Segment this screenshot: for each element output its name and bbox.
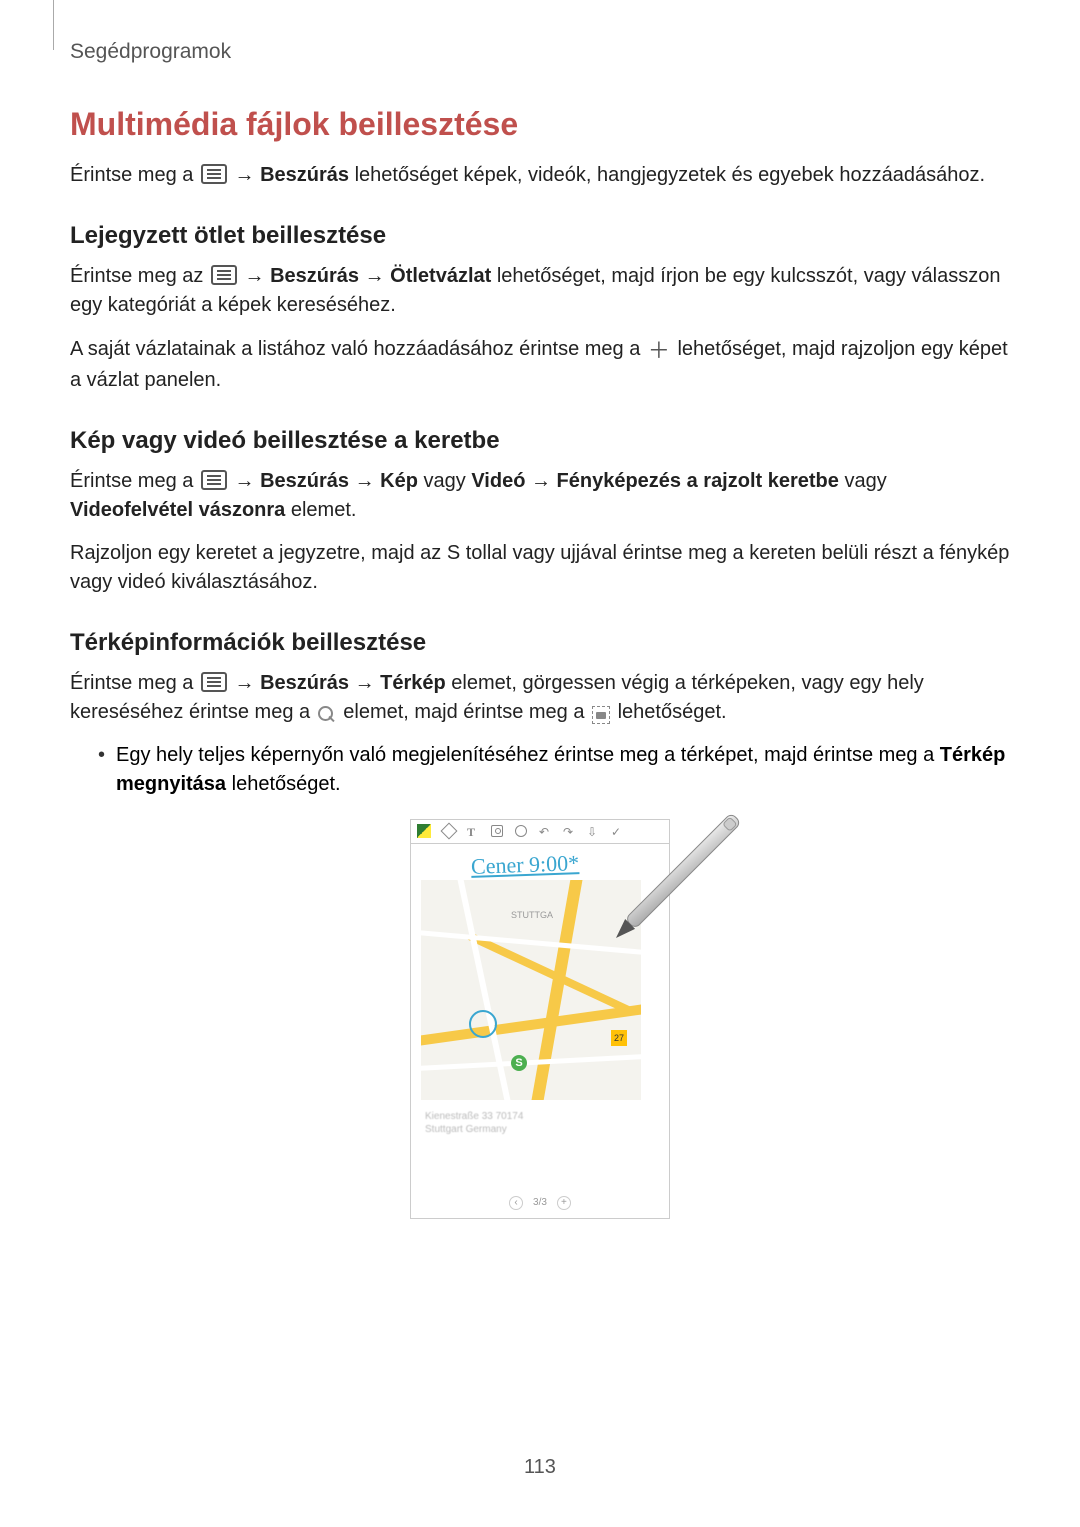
heading-1: Multimédia fájlok beillesztése [70, 106, 1010, 143]
arrow: → [235, 672, 261, 694]
list-item: Egy hely teljes képernyőn való megjelení… [98, 741, 1010, 799]
menu-icon [201, 470, 227, 490]
bold-text: Beszúrás [260, 164, 349, 186]
heading-2: Lejegyzett ötlet beillesztése [70, 222, 1010, 250]
capture-icon [592, 706, 610, 724]
map-snippet: STUTTGA S 27 [421, 880, 641, 1100]
text-tool-icon: T [467, 825, 479, 837]
text: Érintse meg a [70, 672, 199, 694]
text: Egy hely teljes képernyőn való megjelení… [116, 744, 940, 766]
map-road [421, 929, 641, 957]
text: lehetőséget képek, videók, hangjegyzetek… [355, 164, 985, 186]
handwritten-note: Cener 9:00* [471, 850, 580, 880]
pager-text: 3/3 [533, 1197, 547, 1208]
menu-icon [201, 164, 227, 184]
page-content: Segédprogramok Multimédia fájlok beilles… [0, 0, 1080, 1219]
search-icon [318, 706, 336, 724]
arrow: → [365, 265, 391, 287]
bold-text: Videofelvétel vászonra [70, 499, 285, 521]
paragraph: Érintse meg a → Beszúrás → Térkép elemet… [70, 669, 1010, 727]
map-route-badge: 27 [611, 1030, 627, 1046]
bold-text: Beszúrás [270, 265, 359, 287]
text: vagy [424, 470, 472, 492]
arrow: → [531, 470, 557, 492]
text: lehetőséget, majd írjon be egy kulcsszót… [70, 265, 1000, 316]
bold-text: Beszúrás [260, 672, 349, 694]
text: lehetőséget. [232, 773, 341, 795]
pager-add-icon: + [557, 1196, 571, 1210]
arrow: → [355, 672, 381, 694]
text: vagy [844, 470, 886, 492]
heading-2: Kép vagy videó beillesztése a keretbe [70, 427, 1010, 455]
pen-tool-icon [417, 824, 431, 838]
address-line: Stuttgart Germany [425, 1123, 523, 1136]
section-header: Segédprogramok [70, 40, 1010, 64]
text: Érintse meg a [70, 164, 199, 186]
menu-icon [201, 672, 227, 692]
map-road [421, 1053, 641, 1072]
arrow: → [235, 470, 261, 492]
note-pager: ‹ 3/3 + [411, 1196, 669, 1210]
bold-text: Ötletvázlat [390, 265, 491, 287]
text: Érintse meg az [70, 265, 209, 287]
menu-icon [211, 265, 237, 285]
map-highlight-circle [469, 1010, 497, 1038]
bold-text: Térkép [380, 672, 446, 694]
map-road [421, 1002, 641, 1048]
camera-icon [491, 825, 503, 837]
map-address: Kienestraße 33 70174 Stuttgart Germany [425, 1110, 523, 1136]
undo-icon [539, 825, 551, 837]
phone-toolbar: T [411, 820, 669, 844]
bold-text: Beszúrás [260, 470, 349, 492]
arrow: → [355, 470, 381, 492]
heading-2: Térképinformációk beillesztése [70, 629, 1010, 657]
redo-icon [563, 825, 575, 837]
map-label: STUTTGA [511, 910, 553, 920]
arrow: → [245, 265, 271, 287]
text: elemet. [291, 499, 357, 521]
map-station-icon: S [511, 1055, 527, 1071]
text: lehetőséget. [618, 701, 727, 723]
pin-icon [587, 825, 599, 837]
intro-paragraph: Érintse meg a → Beszúrás lehetőséget kép… [70, 161, 1010, 190]
paragraph: Érintse meg az → Beszúrás → Ötletvázlat … [70, 262, 1010, 320]
paragraph: A saját vázlatainak a listához való hozz… [70, 334, 1010, 395]
pager-prev-icon: ‹ [509, 1196, 523, 1210]
paragraph: Rajzoljon egy keretet a jegyzetre, majd … [70, 539, 1010, 597]
cloud-icon [515, 825, 527, 837]
header-divider [53, 0, 54, 50]
text: Érintse meg a [70, 470, 199, 492]
eraser-icon [441, 823, 458, 840]
text: A saját vázlatainak a listához való hozz… [70, 338, 646, 360]
illustration-phone: T Cener 9:00* STUTTGA S 27 Kienest [410, 819, 670, 1219]
paragraph: Érintse meg a → Beszúrás → Kép vagy Vide… [70, 467, 1010, 525]
plus-icon: ＋ [648, 335, 670, 367]
arrow: → [235, 164, 261, 186]
text: elemet, majd érintse meg a [343, 701, 590, 723]
bullet-list: Egy hely teljes képernyőn való megjelení… [70, 741, 1010, 799]
page-number: 113 [0, 1456, 1080, 1479]
bold-text: Videó [471, 470, 525, 492]
bold-text: Fényképezés a rajzolt keretbe [557, 470, 839, 492]
address-line: Kienestraße 33 70174 [425, 1110, 523, 1123]
check-icon [611, 825, 623, 837]
bold-text: Kép [380, 470, 418, 492]
